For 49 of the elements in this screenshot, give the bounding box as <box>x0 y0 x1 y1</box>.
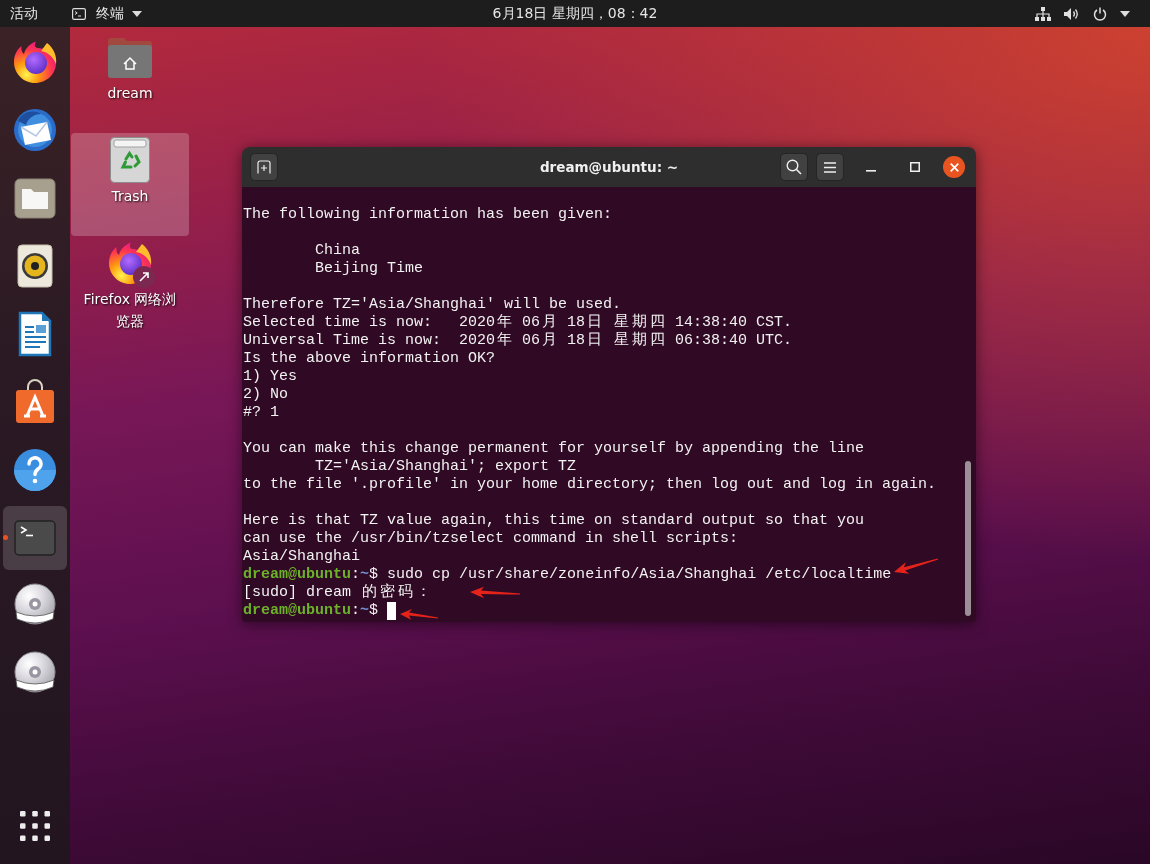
terminal-line: Here is that TZ value again, this time on standard output so that you <box>243 512 865 530</box>
menu-button[interactable] <box>816 153 844 181</box>
scrollbar-thumb[interactable] <box>965 461 971 616</box>
caret-down-icon <box>132 10 142 17</box>
desktop-icon[interactable]: Trash <box>71 133 189 236</box>
power-icon <box>1093 6 1107 21</box>
terminal-line: Therefore TZ='Asia/Shanghai' will be used. <box>243 296 622 314</box>
search-icon <box>786 159 802 175</box>
annotation-arrow <box>892 556 940 575</box>
terminal-line: can use the /usr/bin/tzselect command in shell scripts: <box>243 530 739 548</box>
terminal-line: [sudo] dream 的密码： <box>243 584 432 602</box>
terminal-icon <box>72 7 86 20</box>
terminal-line: TZ='Asia/Shanghai'; export TZ <box>314 458 577 476</box>
prompt-line: dream@ubuntu:~$ <box>243 602 379 620</box>
maximize-icon <box>910 162 920 172</box>
app-menu-button[interactable]: 终端 <box>70 0 144 27</box>
close-button[interactable] <box>943 156 965 178</box>
terminal-line: China <box>314 242 361 260</box>
caret-down-icon <box>1120 10 1130 17</box>
terminal-line: #? 1 <box>243 404 279 422</box>
terminal-line: 1) Yes <box>243 368 297 386</box>
help-icon <box>11 446 59 494</box>
annotation-arrow <box>398 606 440 622</box>
terminal-line: Is the above information OK? <box>243 350 496 368</box>
network-icon <box>1035 6 1051 21</box>
search-button[interactable] <box>780 153 808 181</box>
menu-icon <box>823 161 837 173</box>
window-title: dream@ubuntu: ~ <box>539 159 679 175</box>
prompt-line: dream@ubuntu:~$ sudo cp /usr/share/zoneinfo/Asia/Shanghai /etc/localtime <box>243 566 892 583</box>
trash-can-icon <box>110 137 150 183</box>
new-tab-button[interactable] <box>250 153 278 181</box>
terminal-line: The following information has been given: <box>243 206 613 224</box>
annotation-arrow <box>468 586 522 600</box>
volume-icon <box>1064 6 1080 21</box>
terminal-line: to the file '.profile' in your home directory; then log out and log in again. <box>243 476 937 494</box>
close-icon <box>949 162 959 172</box>
desktop-icon[interactable]: dream <box>71 30 189 133</box>
new-tab-icon <box>257 160 271 174</box>
envelope-bird-icon <box>11 106 59 154</box>
desktop-icon[interactable]: Firefox 网络浏览器 <box>71 236 189 339</box>
terminal-line: 2) No <box>243 386 288 404</box>
clock-button[interactable]: 6月18日 星期四，08：42 <box>486 0 664 27</box>
terminal-line: You can make this change permanent for yourself by appending the line <box>243 440 865 458</box>
home-folder-icon <box>106 35 154 79</box>
terminal-line: Beijing Time <box>314 260 424 278</box>
app-grid-icon <box>20 811 50 841</box>
terminal-line: Asia/Shanghai <box>243 548 361 566</box>
activities-button[interactable]: 活动 <box>0 0 48 27</box>
minimize-icon <box>866 170 876 172</box>
